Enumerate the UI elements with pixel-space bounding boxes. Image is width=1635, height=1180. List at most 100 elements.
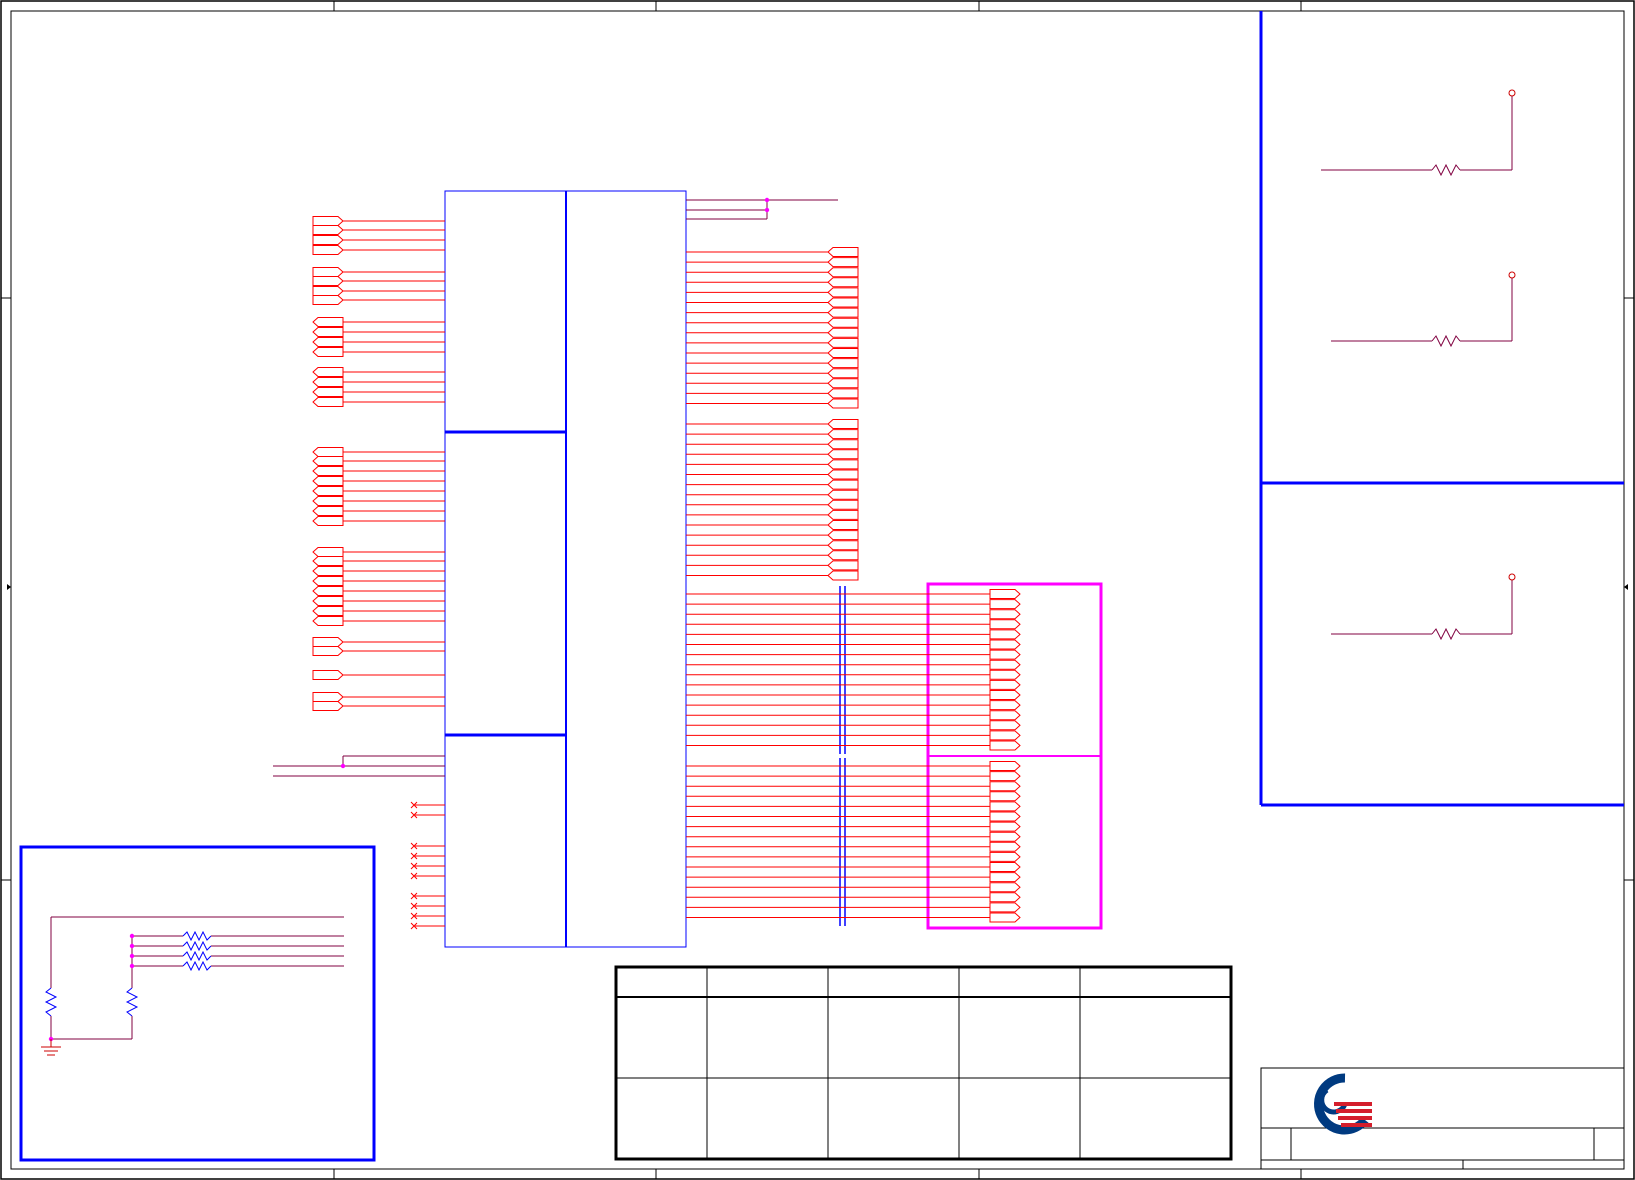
offpage-connector-icon	[989, 649, 1021, 660]
offpage-connector-icon	[312, 387, 344, 397]
main-ic-symbol	[444, 190, 687, 948]
offpage-connector-icon	[827, 499, 859, 510]
offpage-connector-icon	[312, 216, 344, 226]
offpage-connector-icon	[827, 540, 859, 551]
offpage-connector-icon	[312, 476, 344, 486]
offpage-connector-icon	[312, 276, 344, 286]
offpage-connector-icon	[312, 506, 344, 516]
offpage-connector-icon	[989, 700, 1021, 711]
offpage-connector-icon	[989, 912, 1021, 923]
offpage-connector-icon	[989, 761, 1021, 771]
resistor-icon	[182, 930, 212, 942]
offpage-connector-icon	[827, 267, 859, 278]
junction-dot	[129, 933, 135, 939]
offpage-connector-icon	[989, 659, 1021, 670]
offpage-connector-icon	[827, 479, 859, 490]
offpage-connector-icon	[312, 235, 344, 245]
resistor-icon	[1431, 334, 1461, 348]
test-point-icon	[1508, 89, 1516, 97]
offpage-connector-icon	[827, 398, 859, 409]
offpage-connector-icon	[312, 286, 344, 296]
offpage-connector-icon	[312, 327, 344, 337]
offpage-connector-icon	[312, 566, 344, 576]
test-point-icon	[1508, 573, 1516, 581]
ground-icon	[41, 1039, 61, 1056]
resistor-icon	[1431, 627, 1461, 641]
offpage-connector-icon	[312, 496, 344, 506]
offpage-connector-icon	[989, 851, 1021, 862]
offpage-connector-icon	[312, 347, 344, 357]
junction-dot	[129, 963, 135, 969]
offpage-connector-icon	[312, 317, 344, 327]
offpage-connector-icon	[312, 576, 344, 586]
offpage-connector-icon	[827, 348, 859, 358]
resistor-icon	[125, 987, 139, 1017]
test-point-icon	[1508, 271, 1516, 279]
offpage-connector-icon	[312, 267, 344, 277]
junction-dot	[764, 197, 770, 203]
offpage-connector-icon	[312, 547, 344, 557]
offpage-connector-icon	[989, 710, 1021, 721]
offpage-connector-icon	[989, 690, 1021, 700]
offpage-connector-icon	[312, 225, 344, 235]
offpage-connector-icon	[827, 550, 859, 561]
offpage-connector-icon	[827, 509, 859, 520]
offpage-connector-icon	[312, 637, 344, 647]
grid-arrow-left	[3, 584, 11, 590]
offpage-connector-icon	[312, 367, 344, 377]
offpage-connector-icon	[827, 317, 859, 328]
resistor-circuit-3	[1331, 573, 1516, 641]
offpage-connector-icon	[827, 368, 859, 379]
offpage-connector-icon	[827, 489, 859, 500]
offpage-connector-icon	[827, 307, 859, 318]
offpage-connector-icon	[827, 337, 859, 348]
offpage-connector-icon	[312, 397, 344, 407]
grid-arrow-right	[1624, 584, 1632, 590]
offpage-connector-icon	[827, 449, 859, 460]
offpage-connector-icon	[989, 730, 1021, 741]
offpage-connector-icon	[989, 831, 1021, 842]
offpage-connector-icon	[827, 560, 859, 571]
offpage-connector-icon	[989, 589, 1021, 599]
junction-dot	[129, 953, 135, 959]
offpage-connector-icon	[312, 670, 344, 680]
offpage-connector-icon	[989, 862, 1021, 872]
top-power-nets	[686, 197, 838, 220]
offpage-connector-icon	[989, 679, 1021, 690]
offpage-connector-icon	[312, 447, 344, 457]
offpage-connector-icon	[989, 811, 1021, 822]
resistor-icon	[44, 987, 58, 1017]
left-lower-nets	[273, 755, 445, 777]
schematic-sheet	[0, 0, 1635, 1180]
offpage-connector-icon	[827, 378, 859, 389]
resistor-circuit-1	[1321, 89, 1516, 177]
offpage-connector-icon	[989, 599, 1021, 610]
offpage-connector-icon	[312, 516, 344, 526]
offpage-connector-icon	[989, 791, 1021, 802]
offpage-connector-icon	[989, 821, 1021, 832]
offpage-connector-icon	[827, 530, 859, 541]
resistor-icon	[1431, 163, 1461, 177]
offpage-connector-icon	[827, 358, 859, 369]
offpage-connector-icon	[989, 771, 1021, 782]
offpage-connector-icon	[312, 295, 344, 305]
offpage-connector-icon	[312, 701, 344, 711]
resistor-icon	[182, 960, 212, 972]
offpage-connector-icon	[312, 692, 344, 702]
title-block	[1260, 1067, 1625, 1170]
junction-dot	[340, 763, 346, 769]
junction-dot	[764, 207, 770, 213]
offpage-connector-icon	[989, 872, 1021, 883]
left-port-groups	[312, 216, 445, 711]
offpage-connector-icon	[989, 720, 1021, 731]
offpage-connector-icon	[989, 882, 1021, 893]
offpage-connector-icon	[827, 419, 859, 429]
offpage-connector-icon	[312, 606, 344, 616]
offpage-connector-icon	[312, 556, 344, 566]
offpage-connector-icon	[989, 902, 1021, 913]
no-connect-marks	[410, 801, 445, 930]
offpage-connector-icon	[312, 596, 344, 606]
right-connector-group-top	[686, 247, 859, 409]
offpage-connector-icon	[989, 781, 1021, 792]
resistor-icon	[182, 950, 212, 962]
